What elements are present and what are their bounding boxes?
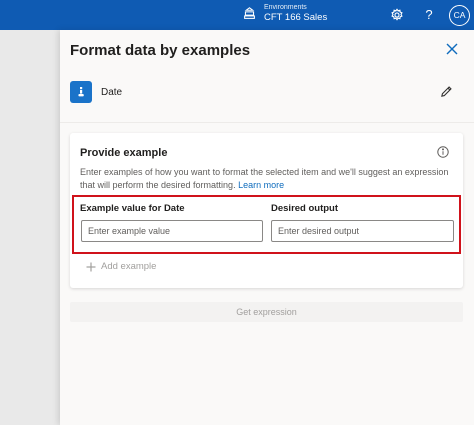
desired-output-label: Desired output	[271, 203, 339, 214]
environment-name: CFT 166 Sales	[264, 12, 328, 23]
learn-more-link[interactable]: Learn more	[238, 180, 284, 190]
card-title: Provide example	[80, 147, 168, 159]
desired-output-input[interactable]	[271, 220, 454, 242]
close-icon[interactable]	[446, 43, 458, 55]
variable-icon	[70, 81, 92, 103]
panel-title: Format data by examples	[70, 42, 251, 59]
avatar[interactable]: CA	[449, 5, 470, 26]
info-icon[interactable]	[437, 146, 449, 158]
get-expression-button[interactable]: Get expression	[70, 302, 463, 322]
add-example-label: Add example	[101, 261, 157, 272]
provide-example-card: Provide example Enter examples of how yo…	[70, 133, 463, 288]
example-value-label: Example value for Date	[80, 203, 185, 214]
environment-picker[interactable]: Environments CFT 166 Sales	[243, 4, 327, 23]
page-backdrop	[0, 30, 60, 425]
divider	[60, 122, 474, 123]
top-bar: Environments CFT 166 Sales ? CA	[0, 0, 474, 30]
help-icon[interactable]: ?	[422, 8, 436, 22]
card-description: Enter examples of how you want to format…	[80, 166, 450, 192]
environment-icon	[244, 6, 255, 19]
add-example-button[interactable]: Add example	[86, 261, 156, 272]
example-value-input[interactable]	[81, 220, 263, 242]
gear-icon[interactable]	[390, 8, 404, 22]
format-data-panel: Format data by examples Date Provide exa…	[60, 30, 474, 425]
environment-label: Environments	[264, 4, 307, 11]
item-label: Date	[101, 87, 123, 98]
pencil-icon[interactable]	[440, 85, 453, 98]
plus-icon	[86, 262, 96, 271]
